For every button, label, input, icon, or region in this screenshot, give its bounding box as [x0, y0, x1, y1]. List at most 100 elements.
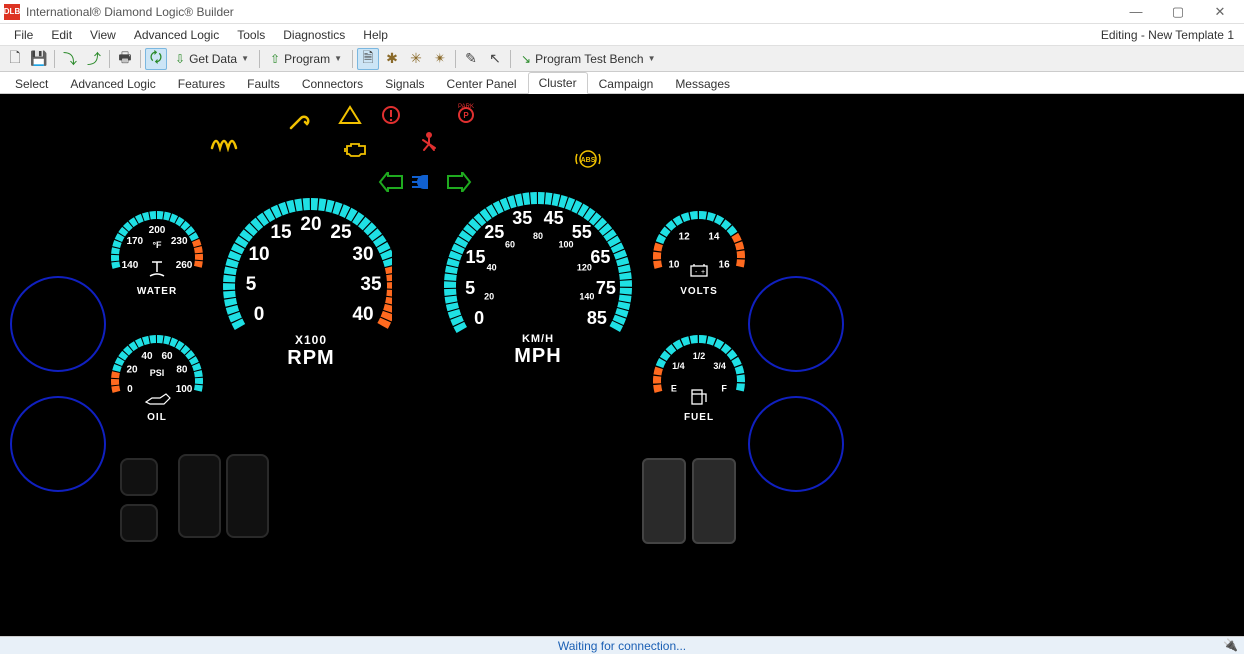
separator [352, 50, 353, 68]
svg-text:PSI: PSI [150, 368, 165, 378]
menu-diagnostics[interactable]: Diagnostics [275, 26, 353, 44]
svg-text:230: 230 [171, 236, 188, 247]
fuel-gauge[interactable]: E1/41/23/4FFUEL [648, 326, 750, 432]
doc-button[interactable]: 🗎 [357, 48, 379, 70]
gauge-slot-3[interactable] [748, 276, 844, 372]
park-brake-icon: PARKP [455, 102, 477, 124]
get-data-dropdown[interactable]: ⇩ Get Data ▼ [169, 48, 255, 70]
print-button[interactable]: 🖶 [114, 48, 136, 70]
refresh-button[interactable]: 🗘 [145, 48, 167, 70]
svg-text:40: 40 [352, 304, 373, 325]
brush-button[interactable]: ✎ [460, 48, 482, 70]
svg-text:20: 20 [126, 364, 138, 375]
rocker-switch-2[interactable] [692, 458, 736, 544]
svg-text:12: 12 [679, 232, 691, 243]
switch-slot-2[interactable] [120, 504, 158, 542]
tab-connectors[interactable]: Connectors [291, 73, 374, 94]
tab-center-panel[interactable]: Center Panel [436, 73, 528, 94]
wrench-icon [285, 110, 313, 132]
status-text: Waiting for connection... [558, 639, 686, 653]
new-icon: 🗋 [9, 47, 20, 71]
tab-signals[interactable]: Signals [374, 73, 435, 94]
svg-text:30: 30 [352, 244, 373, 265]
svg-text:WATER: WATER [137, 286, 177, 297]
send-to-button[interactable]: ⤴ [83, 48, 105, 70]
tab-faults[interactable]: Faults [236, 73, 291, 94]
svg-text:5: 5 [246, 274, 257, 295]
menu-tools[interactable]: Tools [229, 26, 273, 44]
water-temp-gauge[interactable]: 140 170 200 230 260 WATER °F [106, 202, 208, 308]
program-test-bench-dropdown[interactable]: ↘ Program Test Bench ▼ [515, 48, 661, 70]
headlight-icon [410, 172, 436, 192]
svg-text:100: 100 [176, 384, 193, 395]
svg-text:VOLTS: VOLTS [680, 286, 718, 297]
program-icon: ⇧ [270, 52, 280, 66]
gauge-slot-2[interactable] [10, 396, 106, 492]
menu-file[interactable]: File [6, 26, 41, 44]
cluster-canvas: PARKP ABS 140170200230260WATER°F 0204060… [0, 94, 1244, 648]
oil-pressure-gauge[interactable]: 020406080100OILPSI [106, 326, 208, 432]
svg-text:F: F [721, 384, 727, 394]
svg-text:°F: °F [152, 240, 162, 250]
tab-campaign[interactable]: Campaign [588, 73, 665, 94]
new-button[interactable]: 🗋 [4, 48, 26, 70]
menu-edit[interactable]: Edit [43, 26, 80, 44]
separator [140, 50, 141, 68]
svg-text:260: 260 [176, 260, 193, 271]
menu-advanced-logic[interactable]: Advanced Logic [126, 26, 227, 44]
program-dropdown[interactable]: ⇧ Program ▼ [264, 48, 348, 70]
gauge-slot-4[interactable] [748, 396, 844, 492]
menu-help[interactable]: Help [355, 26, 396, 44]
switch-slot-1[interactable] [120, 458, 158, 496]
window-title: International® Diamond Logic® Builder [26, 5, 234, 19]
tool-spark-button[interactable]: ✳ [405, 48, 427, 70]
brush-icon: ✎ [465, 50, 477, 67]
save-button[interactable]: 💾 [28, 48, 50, 70]
svg-text:1/4: 1/4 [672, 361, 685, 371]
status-bar: Waiting for connection... 🔌 [0, 636, 1244, 654]
separator [259, 50, 260, 68]
tachometer-gauge[interactable]: 0510152025303540RPMX100 [206, 186, 392, 376]
maximize-button[interactable]: ▢ [1166, 4, 1190, 20]
toolbar: 🗋 💾 ⤵ ⤴ 🖶 🗘 ⇩ Get Data ▼ ⇧ Program ▼ 🗎 ✱… [0, 46, 1244, 72]
switch-slot-4[interactable] [226, 454, 269, 538]
rocker-switch-1[interactable] [642, 458, 686, 544]
svg-text:140: 140 [122, 260, 139, 271]
svg-text:16: 16 [719, 260, 731, 271]
minimize-button[interactable]: — [1124, 4, 1148, 19]
tab-features[interactable]: Features [167, 73, 236, 94]
svg-text:25: 25 [330, 222, 352, 243]
chevron-down-icon: ▼ [648, 54, 656, 63]
svg-text:10: 10 [248, 244, 269, 265]
open-icon: ⤵ [63, 49, 77, 69]
voltmeter-gauge[interactable]: 10121416VOLTS-+ [648, 202, 750, 308]
tab-cluster[interactable]: Cluster [528, 72, 588, 94]
open-from-button[interactable]: ⤵ [59, 48, 81, 70]
tab-advanced-logic[interactable]: Advanced Logic [59, 73, 166, 94]
menu-view[interactable]: View [82, 26, 124, 44]
close-button[interactable]: ✕ [1208, 4, 1232, 20]
svg-text:15: 15 [466, 247, 486, 267]
svg-text:OIL: OIL [147, 412, 167, 423]
svg-text:60: 60 [161, 351, 173, 362]
cursor-icon: ↖ [489, 50, 501, 67]
tab-select[interactable]: Select [4, 73, 59, 94]
cursor-button[interactable]: ↖ [484, 48, 506, 70]
svg-text:X100: X100 [295, 333, 327, 347]
svg-text:+: + [701, 269, 705, 276]
tool-burst-button[interactable]: ✴ [429, 48, 451, 70]
tool-bug-button[interactable]: ✱ [381, 48, 403, 70]
tab-messages[interactable]: Messages [664, 73, 741, 94]
svg-text:0: 0 [474, 308, 484, 328]
switch-slot-3[interactable] [178, 454, 221, 538]
connection-icon: 🔌 [1223, 638, 1238, 652]
svg-text:P: P [463, 111, 469, 120]
svg-text:170: 170 [126, 236, 143, 247]
menubar: File Edit View Advanced Logic Tools Diag… [0, 24, 1244, 46]
svg-text:40: 40 [487, 262, 497, 272]
separator [455, 50, 456, 68]
gauge-slot-1[interactable] [10, 276, 106, 372]
speedometer-gauge[interactable]: 05152535455565758520406080100120140MPHKM… [436, 186, 636, 376]
svg-text:E: E [671, 384, 677, 394]
svg-text:200: 200 [149, 225, 166, 236]
